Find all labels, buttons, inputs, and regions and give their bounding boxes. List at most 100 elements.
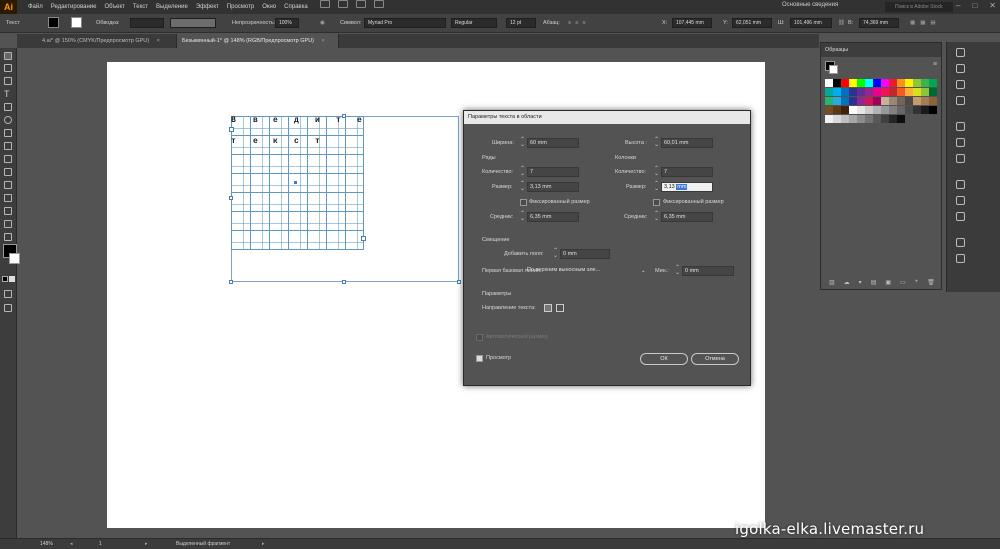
shaper-tool-icon[interactable] [4,116,12,124]
transparency-panel-icon[interactable] [956,154,965,163]
cols-fixed-checkbox[interactable] [653,199,660,206]
menu-effect[interactable]: Эффект [192,0,223,14]
out-port-handle[interactable] [361,236,366,241]
font-size-field[interactable]: 12 pt [506,18,536,28]
color-swatch[interactable] [865,115,873,123]
spinner-icon[interactable]: ⌃ ⌄ [654,166,659,177]
swatches-panel-icon[interactable] [956,64,965,73]
tab-doc-4ai[interactable]: 4.ai* @ 150% (CMYK/Предпросмотр GPU) × [37,34,177,48]
color-swatch[interactable] [905,97,913,105]
dialog-title[interactable]: Параметры текста в области [464,111,750,124]
align-icons[interactable]: ≡≡≡ [568,18,590,29]
stroke-color-icon[interactable] [9,253,20,264]
color-swatch[interactable] [833,106,841,114]
text-direction-cols-icon[interactable] [556,304,564,312]
rotate-tool-icon[interactable] [4,129,12,137]
panel-menu-icon[interactable]: ≡ [933,61,937,68]
color-swatch[interactable] [857,88,865,96]
color-swatch[interactable] [921,79,929,87]
color-swatch[interactable] [889,115,897,123]
color-swatch[interactable] [873,106,881,114]
spinner-icon[interactable]: ⌃ ⌄ [520,211,525,222]
color-swatch[interactable] [873,97,881,105]
opacity-field[interactable]: 100% [275,18,299,28]
color-swatch[interactable] [841,106,849,114]
color-swatch[interactable] [865,106,873,114]
ok-button[interactable]: ОК [640,353,688,365]
height-input[interactable]: 60,01 mm [661,138,713,148]
spinner-icon[interactable]: ⌃ ⌄ [654,181,659,192]
menu-file[interactable]: Файл [24,0,47,14]
graphic-styles-panel-icon[interactable] [956,196,965,205]
color-swatch[interactable] [929,79,937,87]
color-swatch[interactable] [873,115,881,123]
rows-gutter-input[interactable]: 6,35 mm [527,212,579,222]
cc-library-icon[interactable]: ☁ [844,279,850,286]
transform-icons[interactable]: ▦▦▤ [910,18,941,29]
color-swatch[interactable] [897,97,905,105]
min-input[interactable]: 0 mm [682,266,734,276]
color-swatch[interactable] [929,106,937,114]
rows-count-input[interactable]: 7 [527,167,579,177]
artboard-tool-icon[interactable] [4,220,12,228]
menu-window[interactable]: Окно [258,0,280,14]
stock-icon[interactable] [337,0,348,8]
tab-doc-untitled[interactable]: Безымянный-1* @ 148% (RGB/Предпросмотр G… [177,34,339,48]
color-swatch[interactable] [841,115,849,123]
color-group-icon[interactable]: ▣ [885,279,891,286]
width-field[interactable]: 101,496 mm [790,18,832,28]
symbols-panel-icon[interactable] [956,96,965,105]
color-swatch[interactable] [833,97,841,105]
artboards-panel-icon[interactable] [956,254,965,263]
para-label[interactable]: Абзац: [543,18,560,29]
height-field[interactable]: 74,369 mm [859,18,899,28]
color-swatch[interactable] [857,106,865,114]
spinner-icon[interactable]: ⌃ ⌄ [654,137,659,148]
in-port-handle[interactable] [229,127,234,132]
width-tool-icon[interactable] [4,142,12,150]
chevron-down-icon[interactable]: ⌄ [641,266,646,276]
font-family-field[interactable]: Myriad Pro [364,18,446,28]
color-swatch[interactable] [913,79,921,87]
delete-swatch-icon[interactable]: 🗑 [927,279,935,286]
eyedropper-tool-icon[interactable] [4,194,12,202]
color-swatch[interactable] [921,97,929,105]
stroke-weight-field[interactable] [130,18,164,28]
color-swatch[interactable] [841,79,849,87]
preview-checkbox[interactable] [476,355,483,362]
bounding-box-handle[interactable] [342,280,346,284]
color-swatch[interactable] [849,97,857,105]
bridge-icon[interactable] [319,0,330,8]
stock-search-input[interactable]: Поиск в Adobe Stock [885,2,953,12]
minimize-icon[interactable]: – [956,1,960,10]
menu-edit[interactable]: Редактирование [47,0,101,14]
first-baseline-select[interactable]: По верхним выносным эле... [525,266,649,276]
close-icon[interactable]: ✕ [989,1,996,10]
color-swatch[interactable] [833,115,841,123]
color-swatch[interactable] [841,88,849,96]
color-swatch[interactable] [889,88,897,96]
arrange-docs-icon[interactable] [355,0,366,8]
cols-count-input[interactable]: 7 [661,167,713,177]
artboard-number[interactable]: 1 [99,540,102,549]
color-swatch[interactable] [825,115,833,123]
draw-mode-icon[interactable] [4,290,12,298]
new-group-icon[interactable]: ▭ [900,279,906,286]
rows-fixed-checkbox[interactable] [520,199,527,206]
color-swatch[interactable] [857,79,865,87]
color-swatch[interactable] [857,97,865,105]
color-swatch[interactable] [825,97,833,105]
color-swatch[interactable] [905,88,913,96]
rows-size-input[interactable]: 3,13 mm [527,182,579,192]
color-swatch[interactable] [889,79,897,87]
color-swatch[interactable] [905,106,913,114]
char-label[interactable]: Символ: [340,18,361,29]
color-swatch[interactable] [921,88,929,96]
color-swatch[interactable] [849,88,857,96]
spinner-icon[interactable]: ⌃ ⌄ [520,137,525,148]
bounding-box-handle[interactable] [342,114,346,118]
new-swatch-icon[interactable]: + [915,279,919,286]
perspective-grid-tool-icon[interactable] [4,181,12,189]
color-swatch[interactable] [873,88,881,96]
color-swatch[interactable] [825,88,833,96]
